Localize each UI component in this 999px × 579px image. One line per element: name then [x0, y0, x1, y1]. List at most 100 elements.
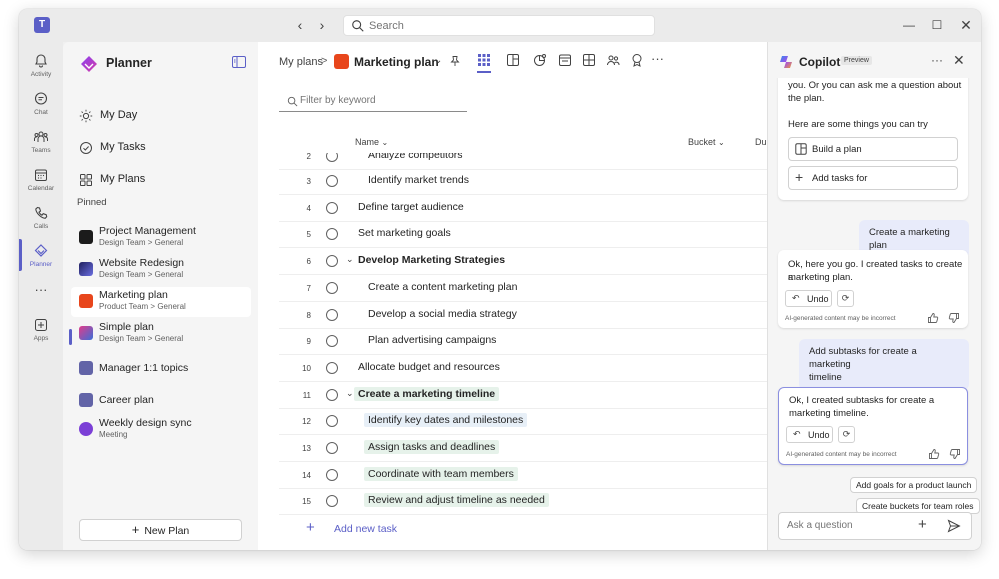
task-complete-checkbox[interactable]: [326, 442, 338, 454]
task-name[interactable]: Develop a social media strategy: [364, 307, 521, 321]
thumbs-down-icon[interactable]: [948, 312, 960, 324]
close-icon[interactable]: ✕: [953, 52, 965, 69]
regenerate-button[interactable]: ⟳: [837, 290, 854, 307]
breadcrumb-my-plans[interactable]: My plans: [279, 56, 323, 68]
plan-item-project-management[interactable]: Project Management Design Team > General: [71, 223, 251, 253]
more-views-icon[interactable]: ···: [651, 51, 664, 66]
task-name[interactable]: Coordinate with team members: [364, 467, 518, 481]
column-header-name[interactable]: Name ⌄: [355, 137, 388, 147]
close-window-icon[interactable]: ✕: [956, 16, 976, 34]
table-row[interactable]: 2 Analyze competitors: [279, 153, 767, 170]
back-arrow-icon[interactable]: ‹: [291, 16, 309, 34]
task-complete-checkbox[interactable]: [326, 228, 338, 240]
plan-item-career-plan[interactable]: Career plan: [71, 386, 251, 416]
board-view-icon[interactable]: [506, 53, 520, 67]
task-complete-checkbox[interactable]: [326, 282, 338, 294]
task-complete-checkbox[interactable]: [326, 469, 338, 481]
thumbs-up-icon[interactable]: [928, 448, 940, 460]
pin-icon[interactable]: [449, 55, 461, 67]
column-header-bucket[interactable]: Bucket ⌄: [688, 137, 725, 147]
table-row[interactable]: 6⌄Develop Marketing Strategies: [279, 249, 767, 275]
schedule-view-icon[interactable]: [558, 53, 572, 67]
plan-title[interactable]: Marketing plan: [354, 55, 439, 69]
task-name[interactable]: Create a content marketing plan: [364, 280, 521, 294]
rail-item-apps[interactable]: Apps: [19, 314, 63, 352]
table-row[interactable]: 10Allocate budget and resources: [279, 356, 767, 382]
task-complete-checkbox[interactable]: [326, 202, 338, 214]
task-name[interactable]: Plan advertising campaigns: [364, 333, 500, 347]
table-row[interactable]: 15Review and adjust timeline as needed: [279, 489, 767, 515]
task-complete-checkbox[interactable]: [326, 255, 338, 267]
task-complete-checkbox[interactable]: [326, 153, 338, 162]
task-name[interactable]: Create a marketing timeline: [354, 387, 499, 401]
grid-view-icon[interactable]: [477, 53, 491, 67]
undo-button[interactable]: ↶ Undo: [785, 290, 832, 307]
sidebar-item-my-tasks[interactable]: My Tasks: [79, 139, 249, 159]
minimize-icon[interactable]: —: [899, 16, 919, 34]
sidebar-item-my-plans[interactable]: My Plans: [79, 171, 249, 191]
table-row[interactable]: 4Define target audience: [279, 196, 767, 222]
task-name[interactable]: Identify market trends: [364, 173, 473, 187]
forward-arrow-icon[interactable]: ›: [313, 16, 331, 34]
task-name[interactable]: Review and adjust timeline as needed: [364, 493, 549, 507]
table-row[interactable]: 5Set marketing goals: [279, 222, 767, 248]
timeline-view-icon[interactable]: [582, 53, 596, 67]
sidebar-item-my-day[interactable]: My Day: [79, 107, 249, 127]
task-name[interactable]: Define target audience: [354, 200, 468, 214]
task-complete-checkbox[interactable]: [326, 415, 338, 427]
ask-question-box[interactable]: +: [778, 512, 972, 540]
maximize-icon[interactable]: ☐: [927, 16, 947, 34]
rail-item-calls[interactable]: Calls: [19, 202, 63, 240]
undo-button[interactable]: ↶ Undo: [786, 426, 833, 443]
table-row[interactable]: 7Create a content marketing plan: [279, 276, 767, 302]
charts-view-icon[interactable]: [533, 53, 547, 67]
task-name[interactable]: Set marketing goals: [354, 226, 455, 240]
task-name[interactable]: Develop Marketing Strategies: [354, 253, 509, 267]
goals-view-icon[interactable]: [630, 53, 644, 67]
rail-item-planner[interactable]: Planner: [19, 240, 63, 278]
add-tasks-option[interactable]: + Add tasks for: [788, 166, 958, 190]
send-icon[interactable]: [947, 519, 961, 533]
table-row[interactable]: 13Assign tasks and deadlines: [279, 436, 767, 462]
collapse-sidebar-icon[interactable]: [232, 56, 246, 68]
search-box[interactable]: [343, 15, 655, 36]
rail-more-icon[interactable]: ···: [19, 282, 63, 298]
plan-item-website-redesign[interactable]: Website Redesign Design Team > General: [71, 255, 251, 285]
task-complete-checkbox[interactable]: [326, 362, 338, 374]
table-row[interactable]: 12Identify key dates and milestones: [279, 409, 767, 435]
rail-item-activity[interactable]: Activity: [19, 50, 63, 88]
search-input[interactable]: [369, 18, 639, 33]
filter-input[interactable]: [300, 95, 460, 106]
new-plan-button[interactable]: +New Plan: [79, 519, 242, 541]
plan-item-weekly-design-sync[interactable]: Weekly design sync Meeting: [71, 415, 251, 445]
thumbs-up-icon[interactable]: [927, 312, 939, 324]
table-row[interactable]: 9Plan advertising campaigns: [279, 329, 767, 355]
table-row[interactable]: 14Coordinate with team members: [279, 463, 767, 489]
chevron-down-icon[interactable]: ⌄: [346, 388, 354, 399]
plan-item-marketing-plan[interactable]: Marketing plan Product Team > General: [71, 287, 251, 317]
column-header-due[interactable]: Du: [755, 137, 767, 147]
chevron-down-icon[interactable]: ⌄: [434, 55, 442, 66]
task-complete-checkbox[interactable]: [326, 175, 338, 187]
people-view-icon[interactable]: [606, 53, 620, 67]
task-complete-checkbox[interactable]: [326, 389, 338, 401]
rail-item-teams[interactable]: Teams: [19, 126, 63, 164]
task-complete-checkbox[interactable]: [326, 335, 338, 347]
task-complete-checkbox[interactable]: [326, 495, 338, 507]
task-name[interactable]: Identify key dates and milestones: [364, 413, 527, 427]
task-complete-checkbox[interactable]: [326, 309, 338, 321]
build-plan-option[interactable]: Build a plan: [788, 137, 958, 161]
thumbs-down-icon[interactable]: [949, 448, 961, 460]
task-name[interactable]: Allocate budget and resources: [354, 360, 504, 374]
chevron-down-icon[interactable]: ⌄: [346, 254, 354, 265]
table-row[interactable]: 8Develop a social media strategy: [279, 303, 767, 329]
rail-item-calendar[interactable]: Calendar: [19, 164, 63, 202]
plan-item-manager-topics[interactable]: Manager 1:1 topics: [71, 354, 251, 384]
table-row[interactable]: 11⌄Create a marketing timeline: [279, 383, 767, 409]
table-row[interactable]: 3Identify market trends: [279, 169, 767, 195]
suggestion-chip[interactable]: Add goals for a product launch: [850, 477, 977, 493]
plus-icon[interactable]: +: [918, 516, 927, 533]
more-options-icon[interactable]: ···: [931, 53, 943, 67]
task-name[interactable]: Assign tasks and deadlines: [364, 440, 499, 454]
plan-item-simple-plan[interactable]: Simple plan Design Team > General: [71, 319, 251, 349]
